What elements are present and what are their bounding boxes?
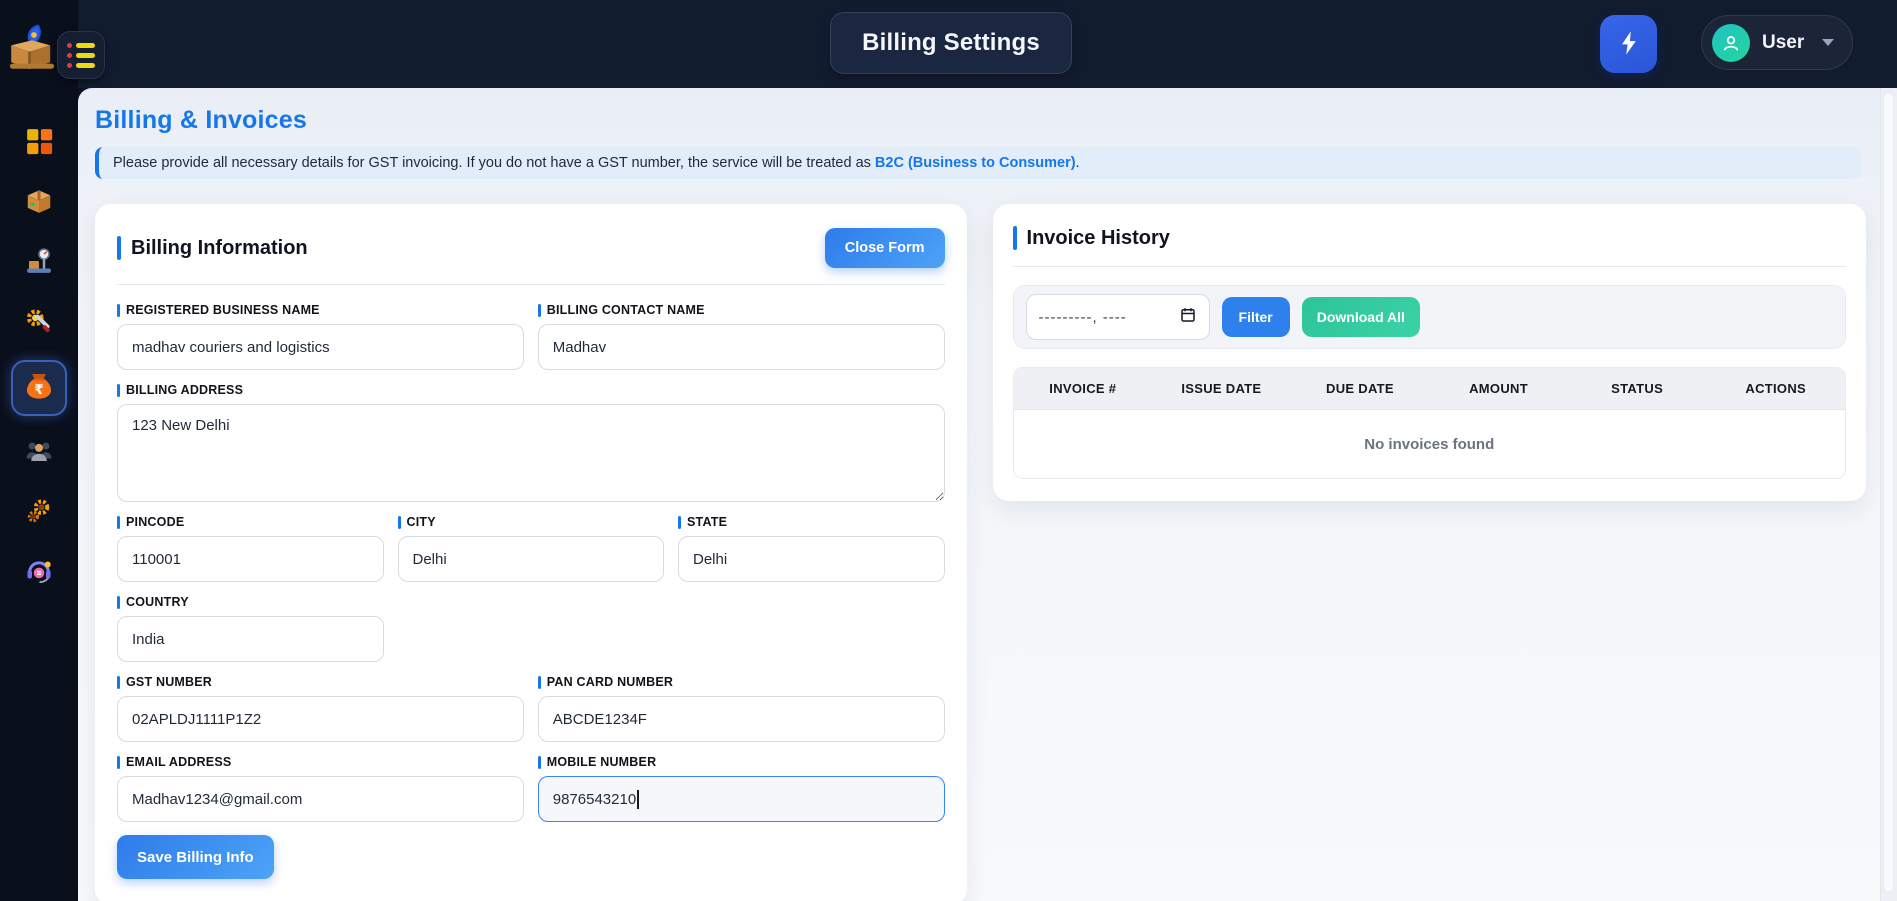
user-avatar bbox=[1712, 24, 1750, 62]
pan-number-input[interactable] bbox=[538, 696, 945, 742]
city-label: CITY bbox=[407, 515, 436, 529]
invoice-table-header: INVOICE # ISSUE DATE DUE DATE AMOUNT STA… bbox=[1014, 368, 1845, 410]
sidebar-item-settings[interactable] bbox=[16, 490, 62, 536]
save-billing-button[interactable]: Save Billing Info bbox=[117, 835, 274, 879]
mobile-number-label: MOBILE NUMBER bbox=[547, 755, 657, 769]
top-navbar: Billing Settings User bbox=[78, 0, 1897, 88]
address-label: BILLING ADDRESS bbox=[126, 383, 243, 397]
col-status: STATUS bbox=[1568, 381, 1707, 396]
page-title-pill: Billing Settings bbox=[830, 12, 1072, 74]
text-cursor bbox=[637, 790, 639, 809]
info-text: Please provide all necessary details for… bbox=[113, 155, 875, 171]
sidebar-item-billing[interactable]: ₹ bbox=[11, 360, 67, 416]
pincode-label: PINCODE bbox=[126, 515, 184, 529]
col-due-date: DUE DATE bbox=[1291, 381, 1430, 396]
filter-button[interactable]: Filter bbox=[1222, 297, 1290, 337]
svg-text:₹: ₹ bbox=[34, 383, 43, 398]
sidebar-nav: ₹ bbox=[0, 120, 78, 596]
b2c-link[interactable]: B2C (Business to Consumer) bbox=[875, 155, 1076, 171]
gear-icon bbox=[24, 496, 54, 531]
package-icon bbox=[24, 186, 54, 221]
sidebar-item-tools[interactable] bbox=[16, 300, 62, 346]
close-form-button[interactable]: Close Form bbox=[825, 228, 945, 268]
headset-icon bbox=[24, 556, 54, 591]
sidebar-item-dashboard[interactable] bbox=[16, 120, 62, 166]
hamburger-icon bbox=[67, 43, 95, 48]
money-bag-icon: ₹ bbox=[23, 370, 55, 407]
invoice-table: INVOICE # ISSUE DATE DUE DATE AMOUNT STA… bbox=[1013, 367, 1846, 479]
users-icon bbox=[24, 436, 54, 471]
date-placeholder: ---------, ---- bbox=[1039, 309, 1127, 326]
sidebar-item-weighing[interactable] bbox=[16, 240, 62, 286]
navbar-title: Billing Settings bbox=[862, 29, 1040, 57]
divider bbox=[117, 284, 945, 285]
dashboard-grid-icon bbox=[24, 126, 54, 161]
country-input[interactable] bbox=[117, 616, 384, 662]
invoice-filter-bar: ---------, ---- Filter Download All bbox=[1013, 285, 1846, 349]
country-label: COUNTRY bbox=[126, 595, 189, 609]
col-actions: ACTIONS bbox=[1706, 381, 1845, 396]
user-name: User bbox=[1762, 32, 1810, 54]
divider bbox=[1013, 266, 1846, 267]
col-invoice-number: INVOICE # bbox=[1014, 381, 1153, 396]
contact-name-label: BILLING CONTACT NAME bbox=[547, 303, 705, 317]
lightning-icon bbox=[1615, 29, 1643, 60]
chevron-down-icon bbox=[1822, 39, 1834, 46]
sidebar-toggle-button[interactable] bbox=[57, 31, 105, 79]
calendar-icon[interactable] bbox=[1179, 306, 1197, 329]
business-name-label: REGISTERED BUSINESS NAME bbox=[126, 303, 320, 317]
business-name-input[interactable] bbox=[117, 324, 524, 370]
state-input[interactable] bbox=[678, 536, 945, 582]
col-issue-date: ISSUE DATE bbox=[1152, 381, 1291, 396]
sidebar-item-customers[interactable] bbox=[16, 430, 62, 476]
sidebar-item-support[interactable] bbox=[16, 550, 62, 596]
billing-information-card: Billing Information Close Form REGISTERE… bbox=[95, 204, 967, 901]
email-label: EMAIL ADDRESS bbox=[126, 755, 231, 769]
sidebar-item-packages[interactable] bbox=[16, 180, 62, 226]
mobile-number-input[interactable]: 9876543210 bbox=[538, 776, 945, 822]
empty-state-text: No invoices found bbox=[1014, 410, 1845, 478]
sidebar: ₹ bbox=[0, 0, 78, 901]
section-accent bbox=[1013, 226, 1017, 250]
invoice-month-input[interactable]: ---------, ---- bbox=[1026, 294, 1210, 340]
gst-info-banner: Please provide all necessary details for… bbox=[95, 147, 1862, 179]
weight-scale-icon bbox=[24, 246, 54, 281]
email-input[interactable] bbox=[117, 776, 524, 822]
scrollbar-thumb[interactable] bbox=[1883, 92, 1894, 893]
download-all-button[interactable]: Download All bbox=[1302, 297, 1420, 337]
col-amount: AMOUNT bbox=[1429, 381, 1568, 396]
city-input[interactable] bbox=[398, 536, 665, 582]
contact-name-input[interactable] bbox=[538, 324, 945, 370]
state-label: STATE bbox=[687, 515, 727, 529]
app-logo bbox=[6, 22, 58, 74]
vertical-scrollbar[interactable] bbox=[1880, 88, 1897, 901]
main-content: Billing & Invoices Please provide all ne… bbox=[78, 88, 1880, 901]
quick-actions-button[interactable] bbox=[1600, 15, 1657, 73]
invoice-card-title: Invoice History bbox=[1027, 227, 1170, 250]
pincode-input[interactable] bbox=[117, 536, 384, 582]
page-title: Billing & Invoices bbox=[95, 106, 1866, 135]
billing-address-textarea[interactable]: 123 New Delhi bbox=[117, 404, 945, 502]
billing-card-title: Billing Information bbox=[131, 237, 308, 260]
tools-icon bbox=[24, 306, 54, 341]
pan-number-label: PAN CARD NUMBER bbox=[547, 675, 673, 689]
label-accent bbox=[117, 304, 120, 317]
invoice-history-card: Invoice History ---------, ---- Filter bbox=[993, 204, 1866, 501]
gst-number-input[interactable] bbox=[117, 696, 524, 742]
section-accent bbox=[117, 236, 121, 260]
user-menu[interactable]: User bbox=[1701, 15, 1853, 70]
gst-number-label: GST NUMBER bbox=[126, 675, 212, 689]
